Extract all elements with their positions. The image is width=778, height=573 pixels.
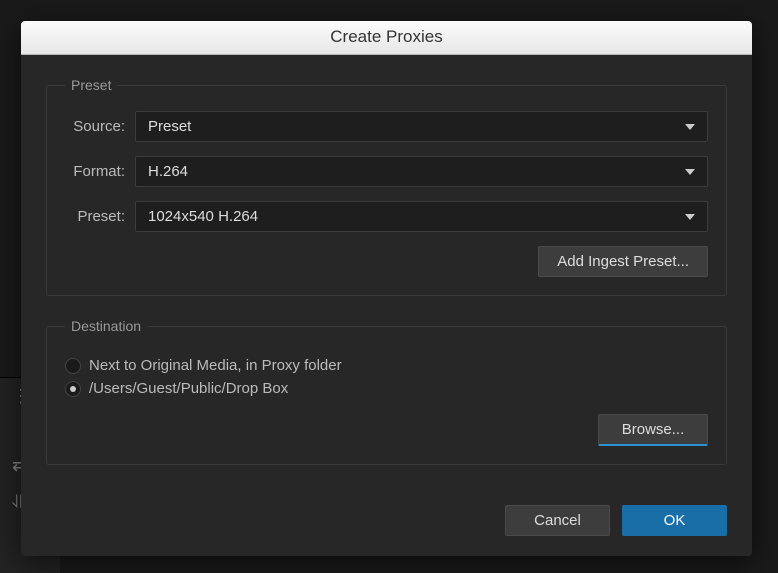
ok-button[interactable]: OK — [622, 505, 727, 536]
add-ingest-preset-button[interactable]: Add Ingest Preset... — [538, 246, 708, 277]
dialog-content: Preset Source: Preset Format: H.264 Pres… — [21, 55, 752, 505]
destination-option-path[interactable]: /Users/Guest/Public/Drop Box — [65, 377, 708, 400]
dialog-footer: Cancel OK — [21, 505, 752, 556]
preset-row: Preset: 1024x540 H.264 — [65, 201, 708, 232]
add-ingest-row: Add Ingest Preset... — [65, 246, 708, 277]
browse-button[interactable]: Browse... — [598, 414, 708, 446]
source-value: Preset — [148, 118, 191, 135]
destination-radio-group: Next to Original Media, in Proxy folder … — [65, 354, 708, 400]
destination-option-label: Next to Original Media, in Proxy folder — [89, 357, 342, 374]
preset-label: Preset: — [65, 208, 135, 225]
destination-fieldset: Destination Next to Original Media, in P… — [46, 318, 727, 465]
preset-legend: Preset — [65, 77, 117, 93]
source-select[interactable]: Preset — [135, 111, 708, 142]
source-row: Source: Preset — [65, 111, 708, 142]
chevron-down-icon — [685, 124, 695, 130]
dialog-title: Create Proxies — [21, 21, 752, 55]
destination-option-label: /Users/Guest/Public/Drop Box — [89, 380, 288, 397]
cancel-button[interactable]: Cancel — [505, 505, 610, 536]
format-row: Format: H.264 — [65, 156, 708, 187]
create-proxies-dialog: Create Proxies Preset Source: Preset For… — [21, 21, 752, 556]
format-value: H.264 — [148, 163, 188, 180]
chevron-down-icon — [685, 214, 695, 220]
destination-legend: Destination — [65, 318, 147, 334]
preset-select[interactable]: 1024x540 H.264 — [135, 201, 708, 232]
browse-row: Browse... — [65, 414, 708, 446]
preset-fieldset: Preset Source: Preset Format: H.264 Pres… — [46, 77, 727, 296]
source-label: Source: — [65, 118, 135, 135]
format-label: Format: — [65, 163, 135, 180]
preset-value: 1024x540 H.264 — [148, 208, 258, 225]
format-select[interactable]: H.264 — [135, 156, 708, 187]
chevron-down-icon — [685, 169, 695, 175]
radio-icon — [65, 358, 81, 374]
radio-icon — [65, 381, 81, 397]
destination-option-original[interactable]: Next to Original Media, in Proxy folder — [65, 354, 708, 377]
